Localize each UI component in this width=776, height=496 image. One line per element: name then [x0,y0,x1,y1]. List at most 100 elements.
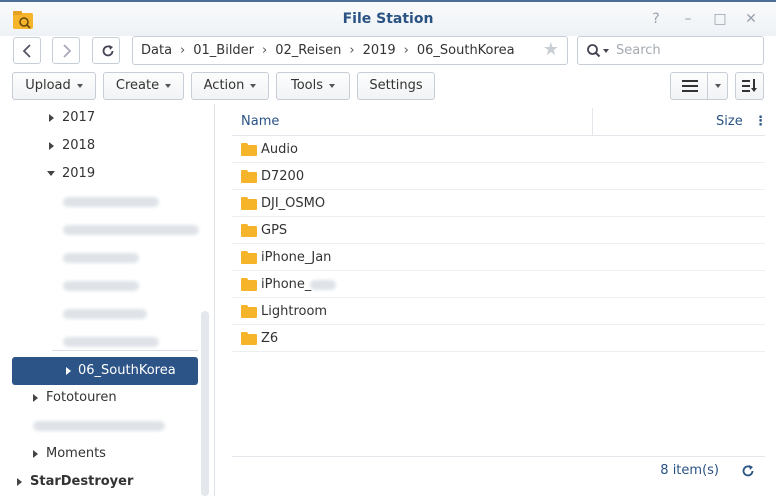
table-row[interactable]: Z6 [232,325,765,352]
folder-icon [241,278,257,291]
back-button[interactable] [13,37,41,64]
column-menu-icon[interactable]: ⋮ [754,108,767,136]
file-name: iPhone_Jan [261,250,332,265]
redacted-label [63,252,139,263]
tree-item-label: 2017 [62,110,96,125]
forward-button[interactable] [52,37,80,64]
dropdown-caret-icon [250,83,257,88]
file-name: Audio [261,142,298,157]
refresh-icon[interactable] [741,464,755,478]
breadcrumb-item-02-reisen[interactable]: 02_Reisen [275,43,341,58]
expand-arrow-icon[interactable] [49,113,54,122]
redacted-label [63,280,139,291]
file-name: GPS [261,223,288,238]
dropdown-caret-icon [715,84,721,88]
action-label: Action [203,78,245,93]
redacted-label [63,308,147,319]
tree-item-2017[interactable]: 2017 [49,106,95,130]
chevron-left-icon [22,44,31,58]
tree-item-redacted[interactable] [63,302,147,326]
redacted-label [63,224,199,235]
tools-button[interactable]: Tools [276,72,350,100]
refresh-button[interactable] [92,37,120,64]
dropdown-caret-icon [165,83,172,88]
folder-icon [241,197,257,210]
tree-item-label: 2018 [62,138,96,153]
table-row[interactable]: iPhone_ [232,271,765,298]
table-row[interactable]: iPhone_Jan [232,244,765,271]
upload-label: Upload [25,78,71,93]
table-row[interactable]: DJI_OSMO [232,190,765,217]
upload-button[interactable]: Upload [12,72,96,100]
breadcrumb: Data › 01_Bilder › 02_Reisen › 2019 › 06_SouthKo… [132,36,568,65]
folder-icon [241,224,257,237]
close-icon[interactable]: ✕ [741,9,761,29]
title-bar: File Station ? – □ ✕ [0,0,776,36]
breadcrumb-item-06-southkorea[interactable]: 06_SouthKorea [417,43,515,58]
column-header-size[interactable]: Size [716,108,743,136]
tools-label: Tools [290,78,324,93]
help-icon[interactable]: ? [646,9,666,29]
expand-arrow-icon[interactable] [49,141,54,150]
settings-label: Settings [369,78,423,93]
search-icon[interactable] [586,43,610,59]
table-row[interactable]: D7200 [232,163,765,190]
file-name: Z6 [261,331,279,346]
folder-icon [241,143,257,156]
sort-icon [742,79,757,92]
tree-item-moments[interactable]: Moments [33,442,106,466]
expand-arrow-icon[interactable] [33,393,38,402]
dropdown-caret-icon [329,83,336,88]
expand-arrow-icon[interactable] [33,449,38,458]
breadcrumb-item-01-bilder[interactable]: 01_Bilder [193,43,254,58]
tree-item-label: StarDestroyer [30,474,134,489]
table-row[interactable]: GPS [232,217,765,244]
sort-button[interactable] [735,72,764,100]
collapse-arrow-icon[interactable] [47,171,55,176]
favorite-star-icon[interactable]: ★ [543,41,559,59]
tree-item-redacted[interactable] [63,274,139,298]
settings-button[interactable]: Settings [357,72,435,100]
table-row[interactable]: Audio [232,136,765,163]
tree-item-label: Fototouren [46,390,117,405]
tree-item-redacted[interactable] [63,190,159,214]
tree-item-2019[interactable]: 2019 [47,162,95,186]
breadcrumb-item-2019[interactable]: 2019 [363,43,396,58]
minimize-icon[interactable]: – [678,9,698,29]
breadcrumb-separator-icon: › [403,43,409,58]
redacted-label [63,336,159,347]
create-label: Create [115,78,160,93]
table-row[interactable]: Lightroom [232,298,765,325]
redacted-label [310,280,336,290]
folder-icon [241,170,257,183]
search-input[interactable]: Search [577,36,764,65]
folder-tree-sidebar: 2017 2018 2019 06_SouthKorea Fototouren … [0,104,212,496]
tree-item-fototouren[interactable]: Fototouren [33,386,117,410]
action-button[interactable]: Action [191,72,269,100]
breadcrumb-item-data[interactable]: Data [141,43,172,58]
create-button[interactable]: Create [103,72,184,100]
list-header: Name Size ⋮ [232,108,767,136]
tree-item-redacted[interactable] [63,246,139,270]
tree-item-redacted[interactable] [33,414,165,438]
tree-item-stardestroyer[interactable]: StarDestroyer [17,470,133,494]
sidebar-scrollbar[interactable] [201,311,209,496]
view-mode-dropdown[interactable] [707,72,728,100]
tree-divider [52,350,198,351]
column-header-name[interactable]: Name [241,108,279,136]
column-divider[interactable] [592,108,593,136]
list-view-button[interactable] [670,72,708,100]
tree-item-2018[interactable]: 2018 [49,134,95,158]
breadcrumb-separator-icon: › [262,43,268,58]
maximize-icon[interactable]: □ [710,9,730,29]
panel-divider[interactable] [214,104,215,496]
expand-arrow-icon[interactable] [66,367,71,375]
list-view-icon [682,80,698,92]
chevron-right-icon [63,44,72,58]
expand-arrow-icon[interactable] [17,477,22,486]
list-footer: 8 item(s) [232,456,765,496]
tree-item-label: 2019 [62,166,96,181]
tree-item-06-southkorea[interactable]: 06_SouthKorea [12,357,198,385]
tree-item-redacted[interactable] [63,218,199,242]
redacted-label [33,420,165,431]
